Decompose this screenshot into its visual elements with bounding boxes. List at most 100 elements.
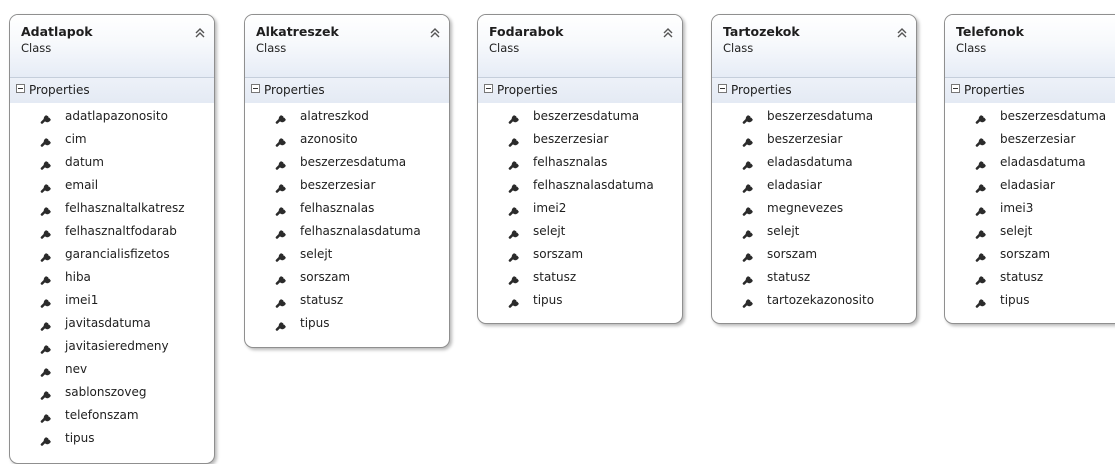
property-item[interactable]: eladasdatuma xyxy=(945,151,1115,174)
property-item[interactable]: eladasiar xyxy=(945,174,1115,197)
property-item[interactable]: megnevezes xyxy=(712,197,916,220)
property-name: beszerzesiar xyxy=(533,132,609,146)
section-label: Properties xyxy=(731,83,792,97)
property-item[interactable]: tartozekazonosito xyxy=(712,289,916,312)
property-item[interactable]: nev xyxy=(10,358,214,381)
property-item[interactable]: sorszam xyxy=(712,243,916,266)
property-item[interactable]: hiba xyxy=(10,266,214,289)
property-name: felhasznaltalkatresz xyxy=(65,201,185,215)
wrench-icon xyxy=(742,178,756,193)
property-item[interactable]: imei1 xyxy=(10,289,214,312)
wrench-icon xyxy=(40,224,54,239)
property-item[interactable]: statusz xyxy=(712,266,916,289)
property-item[interactable]: beszerzesdatuma xyxy=(478,105,682,128)
property-name: imei1 xyxy=(65,293,99,307)
property-name: eladasiar xyxy=(1000,178,1055,192)
class-box-telefonok[interactable]: Telefonok Class Properties beszerzesdatuma b… xyxy=(944,14,1115,324)
property-name: sorszam xyxy=(767,247,818,261)
property-item[interactable]: eladasdatuma xyxy=(712,151,916,174)
property-item[interactable]: beszerzesdatuma xyxy=(712,105,916,128)
property-item[interactable]: garancialisfizetos xyxy=(10,243,214,266)
class-box-alkatreszek[interactable]: Alkatreszek Class Properties alatreszkod azo… xyxy=(244,14,450,348)
property-item[interactable]: beszerzesiar xyxy=(478,128,682,151)
property-item[interactable]: imei2 xyxy=(478,197,682,220)
property-name: email xyxy=(65,178,99,192)
wrench-icon xyxy=(275,224,289,239)
properties-section-header[interactable]: Properties xyxy=(245,78,449,103)
property-item[interactable]: cim xyxy=(10,128,214,151)
property-item[interactable]: felhasznalas xyxy=(478,151,682,174)
property-name: beszerzesiar xyxy=(300,178,376,192)
double-chevron-up-icon[interactable] xyxy=(896,24,908,38)
property-item[interactable]: javitasdatuma xyxy=(10,312,214,335)
wrench-icon xyxy=(742,109,756,124)
property-item[interactable]: datum xyxy=(10,151,214,174)
property-item[interactable]: alatreszkod xyxy=(245,105,449,128)
property-item[interactable]: felhasznalas xyxy=(245,197,449,220)
property-item[interactable]: selejt xyxy=(245,243,449,266)
property-name: felhasznalasdatuma xyxy=(533,178,654,192)
property-item[interactable]: statusz xyxy=(245,289,449,312)
wrench-icon xyxy=(975,293,989,308)
property-item[interactable]: statusz xyxy=(945,266,1115,289)
minus-box-icon[interactable] xyxy=(251,84,260,93)
wrench-icon xyxy=(40,293,54,308)
double-chevron-up-icon[interactable] xyxy=(429,24,441,38)
property-item[interactable]: statusz xyxy=(478,266,682,289)
minus-box-icon[interactable] xyxy=(951,84,960,93)
properties-section-header[interactable]: Properties xyxy=(10,78,214,103)
property-item[interactable]: sorszam xyxy=(478,243,682,266)
property-name: datum xyxy=(65,155,104,169)
property-item[interactable]: beszerzesiar xyxy=(712,128,916,151)
property-name: cim xyxy=(65,132,87,146)
property-name: statusz xyxy=(1000,270,1044,284)
minus-box-icon[interactable] xyxy=(484,84,493,93)
property-item[interactable]: tipus xyxy=(10,427,214,450)
section-label: Properties xyxy=(964,83,1025,97)
property-item[interactable]: beszerzesiar xyxy=(245,174,449,197)
wrench-icon xyxy=(40,201,54,216)
class-name: Alkatreszek xyxy=(256,24,339,39)
property-item[interactable]: tipus xyxy=(478,289,682,312)
wrench-icon xyxy=(40,132,54,147)
properties-section-header[interactable]: Properties xyxy=(945,78,1115,103)
property-item[interactable]: felhasznalasdatuma xyxy=(245,220,449,243)
wrench-icon xyxy=(40,431,54,446)
property-item[interactable]: felhasznaltfodarab xyxy=(10,220,214,243)
class-box-tartozekok[interactable]: Tartozekok Class Properties beszerzesdatuma… xyxy=(711,14,917,324)
property-name: eladasiar xyxy=(767,178,822,192)
property-item[interactable]: eladasiar xyxy=(712,174,916,197)
property-item[interactable]: felhasznalasdatuma xyxy=(478,174,682,197)
class-header: Telefonok Class xyxy=(945,15,1115,78)
property-item[interactable]: beszerzesdatuma xyxy=(245,151,449,174)
property-item[interactable]: sablonszoveg xyxy=(10,381,214,404)
properties-section-header[interactable]: Properties xyxy=(478,78,682,103)
property-item[interactable]: email xyxy=(10,174,214,197)
class-box-fodarabok[interactable]: Fodarabok Class Properties beszerzesdatuma b… xyxy=(477,14,683,324)
double-chevron-up-icon[interactable] xyxy=(662,24,674,38)
property-list: beszerzesdatuma beszerzesiar eladasdatuma e… xyxy=(712,103,916,312)
property-name: sorszam xyxy=(300,270,351,284)
property-item[interactable]: beszerzesiar xyxy=(945,128,1115,151)
property-item[interactable]: javitasieredmeny xyxy=(10,335,214,358)
minus-box-icon[interactable] xyxy=(16,84,25,93)
property-item[interactable]: azonosito xyxy=(245,128,449,151)
property-item[interactable]: sorszam xyxy=(245,266,449,289)
property-item[interactable]: selejt xyxy=(712,220,916,243)
property-item[interactable]: selejt xyxy=(478,220,682,243)
property-item[interactable]: tipus xyxy=(945,289,1115,312)
minus-box-icon[interactable] xyxy=(718,84,727,93)
property-item[interactable]: adatlapazonosito xyxy=(10,105,214,128)
property-item[interactable]: felhasznaltalkatresz xyxy=(10,197,214,220)
property-item[interactable]: beszerzesdatuma xyxy=(945,105,1115,128)
class-box-adatlapok[interactable]: Adatlapok Class Properties adatlapazonosito… xyxy=(9,14,215,464)
property-item[interactable]: telefonszam xyxy=(10,404,214,427)
wrench-icon xyxy=(975,155,989,170)
property-item[interactable]: selejt xyxy=(945,220,1115,243)
property-item[interactable]: tipus xyxy=(245,312,449,335)
property-item[interactable]: imei3 xyxy=(945,197,1115,220)
properties-section-header[interactable]: Properties xyxy=(712,78,916,103)
property-name: megnevezes xyxy=(767,201,844,215)
double-chevron-up-icon[interactable] xyxy=(194,24,206,38)
property-item[interactable]: sorszam xyxy=(945,243,1115,266)
